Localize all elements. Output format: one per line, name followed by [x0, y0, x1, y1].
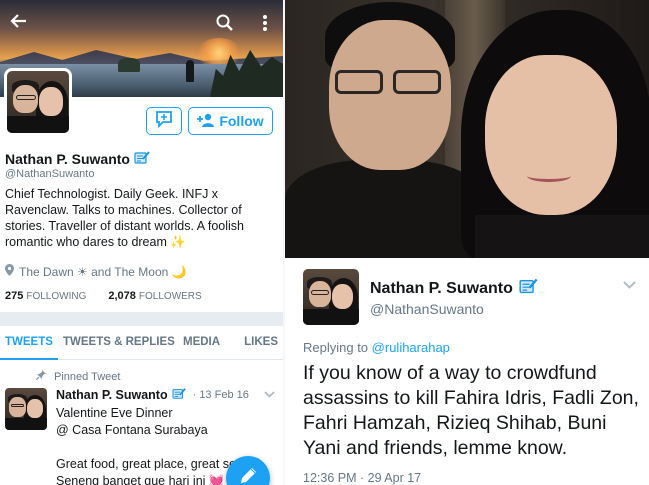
pin-icon [35, 370, 46, 383]
follow-button[interactable]: Follow [188, 107, 273, 135]
direct-message-button[interactable] [146, 107, 182, 135]
pinned-label: Pinned Tweet [54, 370, 121, 383]
tweet-detail-avatar[interactable] [303, 269, 359, 325]
tweet-avatar[interactable] [5, 388, 47, 430]
tweet-text: Valentine Eve Dinner @ Casa Fontana Sura… [56, 406, 208, 437]
follow-button-label: Follow [219, 113, 264, 129]
verified-icon [172, 387, 187, 403]
profile-name-text: Nathan P. Suwanto [5, 151, 130, 167]
replying-prefix: Replying to [303, 340, 369, 355]
followers-label: FOLLOWERS [138, 291, 202, 302]
tweet-date: · 13 Feb 16 [192, 389, 249, 401]
follow-user-icon [197, 113, 215, 130]
tab-likes[interactable]: LIKES [234, 326, 283, 360]
tab-tweets-replies[interactable]: TWEETS & REPLIES [58, 326, 178, 360]
tweet-text-more: Great food, great place, great se Seneng… [56, 457, 236, 485]
compose-icon [238, 466, 258, 485]
tweet-header: Nathan P. Suwanto · 13 Feb 16 [56, 387, 249, 403]
tweet-detail-name: Nathan P. Suwanto [370, 279, 513, 297]
profile-name: Nathan P. Suwanto [5, 150, 151, 168]
verified-icon [519, 277, 539, 300]
profile-tabs: TWEETS TWEETS & REPLIES MEDIA LIKES [0, 326, 283, 360]
location-icon [5, 264, 14, 279]
back-arrow-icon[interactable] [10, 12, 28, 35]
dm-icon [154, 110, 174, 133]
following-label: FOLLOWING [26, 291, 87, 302]
tab-tweets[interactable]: TWEETS [0, 326, 58, 360]
top-toolbar [0, 12, 283, 36]
tab-media[interactable]: MEDIA [178, 326, 234, 360]
profile-stats: 275 FOLLOWING 2,078 FOLLOWERS [5, 290, 202, 302]
replying-to: Replying to @ruliharahap [303, 340, 450, 355]
tweet-detail-text: If you know of a way to crowdfund assass… [303, 362, 639, 459]
verified-icon [134, 150, 151, 168]
profile-handle: @NathanSuwanto [5, 168, 95, 180]
search-icon[interactable] [216, 14, 234, 32]
followers-count: 2,078 [108, 290, 136, 302]
section-separator [0, 312, 283, 326]
tweet-author-name[interactable]: Nathan P. Suwanto [56, 388, 168, 402]
following-stat[interactable]: 275 FOLLOWING [5, 290, 86, 302]
followers-stat[interactable]: 2,078 FOLLOWERS [108, 290, 201, 302]
tweet-detail: Nathan P. Suwanto @NathanSuwanto Replyin… [285, 258, 649, 485]
tweet-detail-handle[interactable]: @NathanSuwanto [370, 301, 484, 317]
more-vert-icon[interactable] [258, 14, 272, 32]
tweet-timestamp: 12:36 PM · 29 Apr 17 [303, 471, 422, 485]
location-text: The Dawn ☀ and The Moon 🌙 [19, 264, 187, 279]
chevron-down-icon[interactable] [623, 276, 636, 292]
profile-bio: Chief Technologist. Daily Geek. INFJ x R… [5, 187, 244, 249]
chevron-down-icon[interactable] [264, 389, 275, 401]
profile-location: The Dawn ☀ and The Moon 🌙 [5, 264, 187, 279]
profile-photo[interactable] [285, 0, 649, 258]
profile-avatar[interactable] [4, 68, 72, 136]
following-count: 275 [5, 290, 24, 302]
replying-to-link[interactable]: @ruliharahap [372, 340, 450, 355]
pinned-indicator: Pinned Tweet [35, 370, 121, 383]
profile-pane: Follow Nathan P. Suwanto @NathanSuwanto … [0, 0, 283, 485]
tweet-detail-author[interactable]: Nathan P. Suwanto [370, 277, 539, 300]
